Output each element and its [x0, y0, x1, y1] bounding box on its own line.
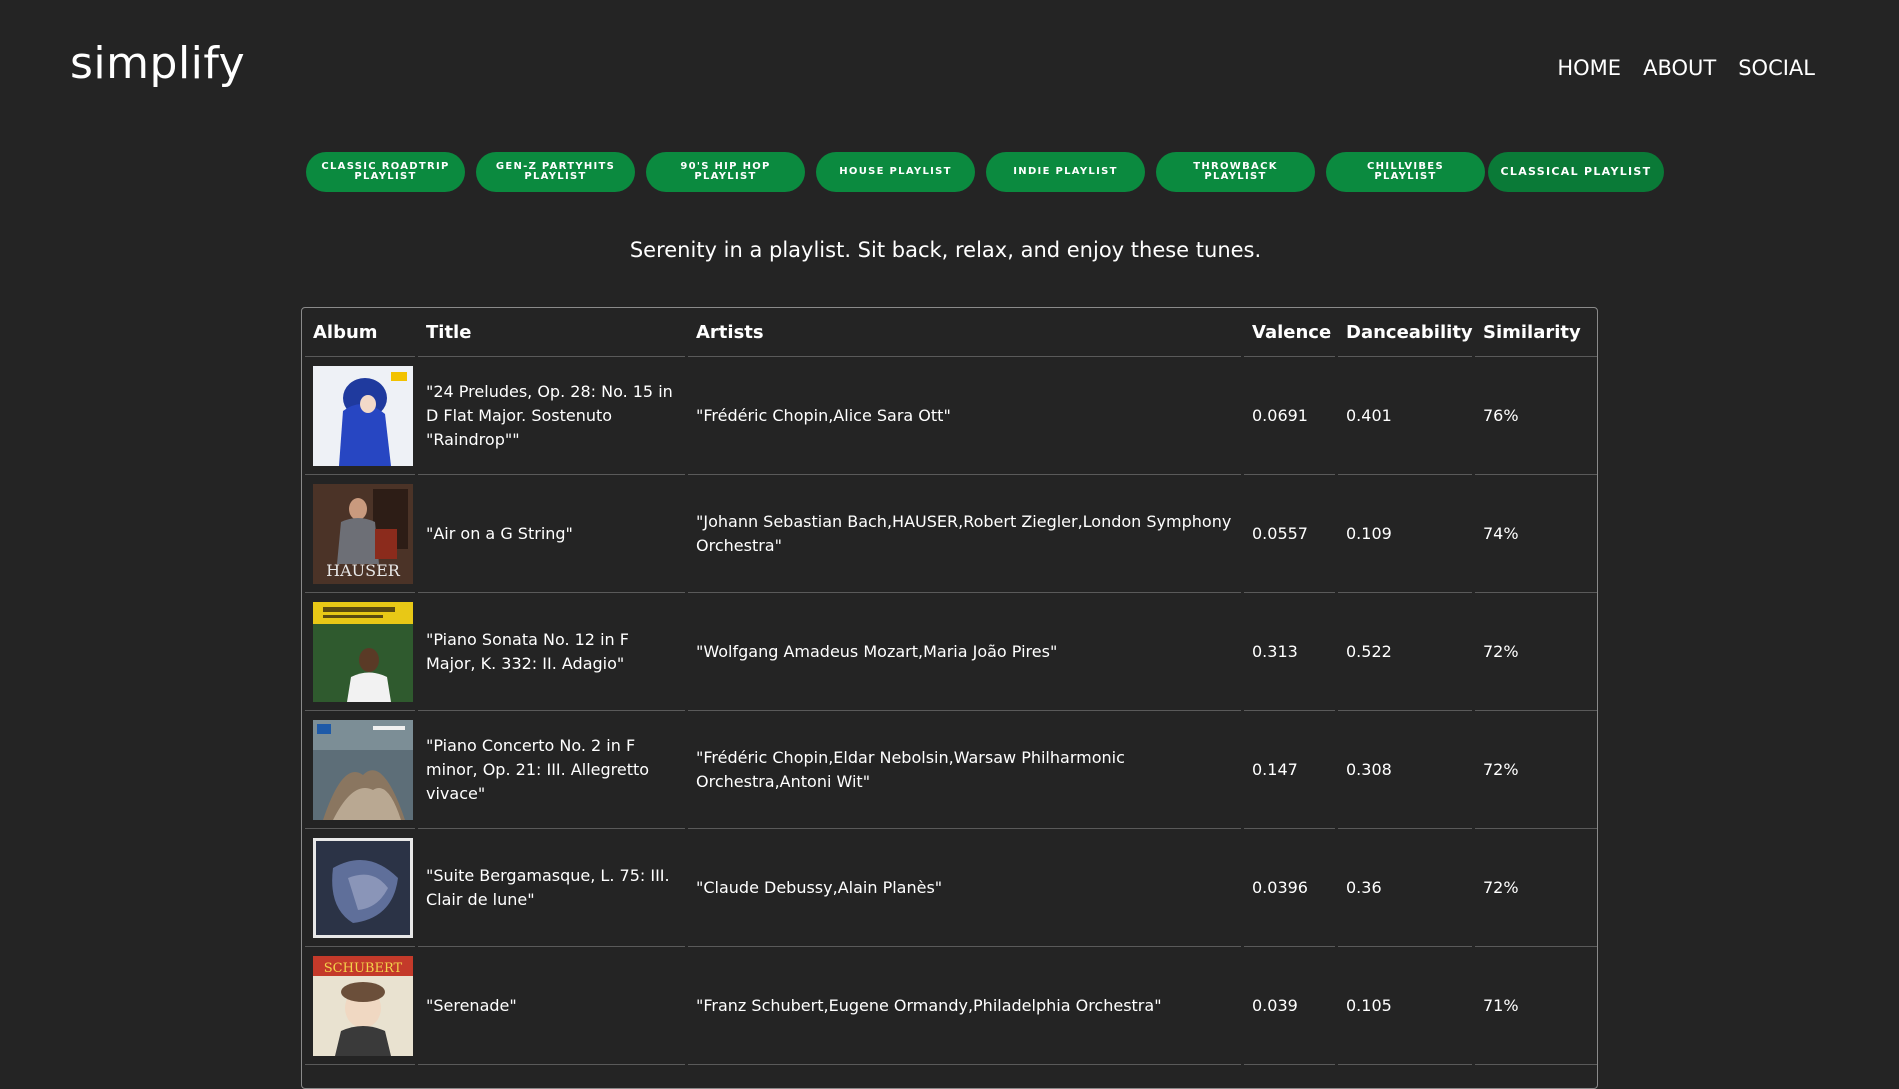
track-similarity: 72%: [1475, 829, 1597, 947]
track-danceability: 0.522: [1338, 593, 1472, 711]
track-danceability: 0.105: [1338, 947, 1472, 1065]
table-row[interactable]: "Piano Sonata No. 12 in F Major, K. 332:…: [305, 593, 1597, 711]
table-header-row: Album Title Artists Valence Danceability…: [305, 308, 1597, 357]
track-title: "24 Preludes, Op. 28: No. 15 in D Flat M…: [418, 357, 685, 475]
indie-playlist-button[interactable]: INDIE PLAYLIST: [986, 152, 1145, 192]
track-artists: "Franz Schubert,Eugene Ormandy,Philadelp…: [688, 947, 1241, 1065]
track-danceability: 0.401: [1338, 357, 1472, 475]
album-cover-icon[interactable]: [313, 837, 413, 938]
column-header-valence[interactable]: Valence: [1244, 308, 1335, 357]
track-artists: "Frédéric Chopin,Alice Sara Ott": [688, 357, 1241, 475]
column-header-danceability[interactable]: Danceability: [1338, 308, 1473, 357]
track-similarity: 72%: [1475, 593, 1597, 711]
album-cover-icon[interactable]: [313, 365, 413, 466]
column-header-similarity[interactable]: Similarity: [1475, 308, 1597, 357]
album-cell: [305, 711, 415, 829]
track-title: "Piano Concerto No. 2 in F minor, Op. 21…: [418, 711, 685, 829]
track-valence: 0.0396: [1244, 829, 1335, 947]
track-similarity: 74%: [1475, 475, 1597, 593]
table-row[interactable]: "Piano Concerto No. 2 in F minor, Op. 21…: [305, 711, 1597, 829]
playlist-tagline: Serenity in a playlist. Sit back, relax,…: [0, 238, 1899, 262]
nav-about-link[interactable]: ABOUT: [1643, 56, 1716, 80]
track-title: "Air on a G String": [418, 475, 685, 593]
house-playlist-button[interactable]: HOUSE PLAYLIST: [816, 152, 975, 192]
track-artists: "Wolfgang Amadeus Mozart,Maria João Pire…: [688, 593, 1241, 711]
nav-social-link[interactable]: SOCIAL: [1738, 56, 1815, 80]
svg-text:SCHUBERT: SCHUBERT: [324, 961, 403, 976]
track-danceability: 0.109: [1338, 475, 1472, 593]
main-nav: HOME ABOUT SOCIAL: [1557, 56, 1815, 80]
album-cell: HAUSER: [305, 475, 415, 593]
hiphop-90s-playlist-button[interactable]: 90'S HIP HOP PLAYLIST: [646, 152, 805, 192]
album-cell: SCHUBERT: [305, 947, 415, 1065]
track-similarity: 76%: [1475, 357, 1597, 475]
album-cell: [305, 357, 415, 475]
album-cell: [305, 593, 415, 711]
throwback-playlist-button[interactable]: THROWBACK PLAYLIST: [1156, 152, 1315, 192]
album-cell: [305, 829, 415, 947]
chillvibes-playlist-button[interactable]: CHILLVIBES PLAYLIST: [1326, 152, 1485, 192]
track-title: "Piano Sonata No. 12 in F Major, K. 332:…: [418, 593, 685, 711]
track-valence: 0.0557: [1244, 475, 1335, 593]
nav-home-link[interactable]: HOME: [1557, 56, 1621, 80]
track-valence: 0.147: [1244, 711, 1335, 829]
track-artists: "Frédéric Chopin,Eldar Nebolsin,Warsaw P…: [688, 711, 1241, 829]
track-valence: 0.0691: [1244, 357, 1335, 475]
track-danceability: 0.308: [1338, 711, 1472, 829]
classic-roadtrip-playlist-button[interactable]: CLASSIC ROADTRIP PLAYLIST: [306, 152, 465, 192]
playlist-buttons: CLASSIC ROADTRIP PLAYLIST GEN-Z PARTYHIT…: [306, 152, 1664, 192]
column-header-album[interactable]: Album: [305, 308, 415, 357]
album-cover-icon[interactable]: SCHUBERT: [313, 955, 413, 1056]
track-similarity: 71%: [1475, 947, 1597, 1065]
column-header-artists[interactable]: Artists: [688, 308, 1241, 357]
classical-playlist-button[interactable]: CLASSICAL PLAYLIST: [1488, 152, 1664, 192]
table-row[interactable]: HAUSER "Air on a G String" "Johann Sebas…: [305, 475, 1597, 593]
track-valence: 0.313: [1244, 593, 1335, 711]
tracks-table-container: Album Title Artists Valence Danceability…: [301, 307, 1598, 1089]
table-row[interactable]: SCHUBERT "Serenade" "Franz Schubert,Euge…: [305, 947, 1597, 1065]
track-artists: "Claude Debussy,Alain Planès": [688, 829, 1241, 947]
track-danceability: 0.36: [1338, 829, 1472, 947]
track-title: "Serenade": [418, 947, 685, 1065]
column-header-title[interactable]: Title: [418, 308, 685, 357]
site-logo[interactable]: simplify: [70, 38, 245, 89]
svg-text:HAUSER: HAUSER: [326, 561, 401, 580]
tagline-text: Serenity in a playlist. Sit back, relax,…: [629, 238, 1262, 262]
track-title: "Suite Bergamasque, L. 75: III. Clair de…: [418, 829, 685, 947]
album-cover-icon[interactable]: [313, 601, 413, 702]
album-cover-icon[interactable]: [313, 719, 413, 820]
table-row[interactable]: "Suite Bergamasque, L. 75: III. Clair de…: [305, 829, 1597, 947]
album-cover-icon[interactable]: HAUSER: [313, 483, 413, 584]
site-header: simplify HOME ABOUT SOCIAL: [0, 0, 1899, 140]
track-artists: "Johann Sebastian Bach,HAUSER,Robert Zie…: [688, 475, 1241, 593]
track-valence: 0.039: [1244, 947, 1335, 1065]
table-row[interactable]: "24 Preludes, Op. 28: No. 15 in D Flat M…: [305, 357, 1597, 475]
tracks-table: Album Title Artists Valence Danceability…: [302, 308, 1597, 1065]
genz-partyhits-playlist-button[interactable]: GEN-Z PARTYHITS PLAYLIST: [476, 152, 635, 192]
track-similarity: 72%: [1475, 711, 1597, 829]
